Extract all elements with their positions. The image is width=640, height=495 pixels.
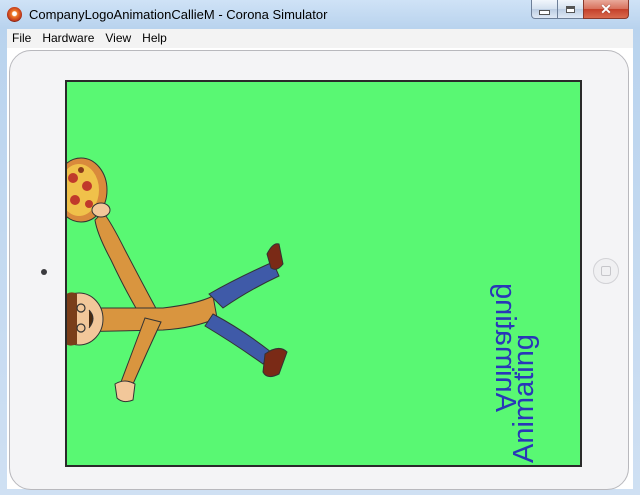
ipad-device-frame: Animating Animating bbox=[9, 50, 629, 490]
menu-file[interactable]: File bbox=[7, 29, 37, 48]
home-button-icon bbox=[601, 266, 611, 276]
close-icon: ✕ bbox=[600, 1, 612, 17]
device-screen[interactable]: Animating Animating bbox=[65, 80, 582, 467]
camera-icon bbox=[41, 269, 47, 275]
maximize-button[interactable] bbox=[557, 0, 584, 19]
menu-hardware[interactable]: Hardware bbox=[37, 29, 100, 48]
corona-icon bbox=[7, 7, 22, 22]
leg-lower bbox=[204, 313, 272, 365]
window-title: CompanyLogoAnimationCallieM - Corona Sim… bbox=[29, 7, 328, 22]
home-button[interactable] bbox=[593, 258, 619, 284]
maximize-icon bbox=[566, 5, 575, 13]
simulator-client-area: Animating Animating bbox=[7, 48, 633, 490]
hand-upper bbox=[91, 202, 111, 218]
animating-text-mirrored: Animating bbox=[489, 283, 521, 412]
shoe-lower bbox=[262, 348, 288, 378]
arm-upper bbox=[94, 211, 160, 321]
menu-bar: File Hardware View Help bbox=[7, 29, 633, 49]
title-bar[interactable]: CompanyLogoAnimationCallieM - Corona Sim… bbox=[0, 0, 640, 29]
leg-upper bbox=[208, 261, 280, 309]
minimize-button[interactable] bbox=[531, 0, 558, 19]
menu-help[interactable]: Help bbox=[137, 29, 173, 48]
minimize-icon bbox=[539, 10, 550, 15]
hand-lower bbox=[114, 380, 136, 403]
simulator-window: CompanyLogoAnimationCallieM - Corona Sim… bbox=[0, 0, 640, 495]
hair bbox=[67, 292, 77, 346]
close-button[interactable]: ✕ bbox=[583, 0, 629, 19]
menu-view[interactable]: View bbox=[100, 29, 137, 48]
